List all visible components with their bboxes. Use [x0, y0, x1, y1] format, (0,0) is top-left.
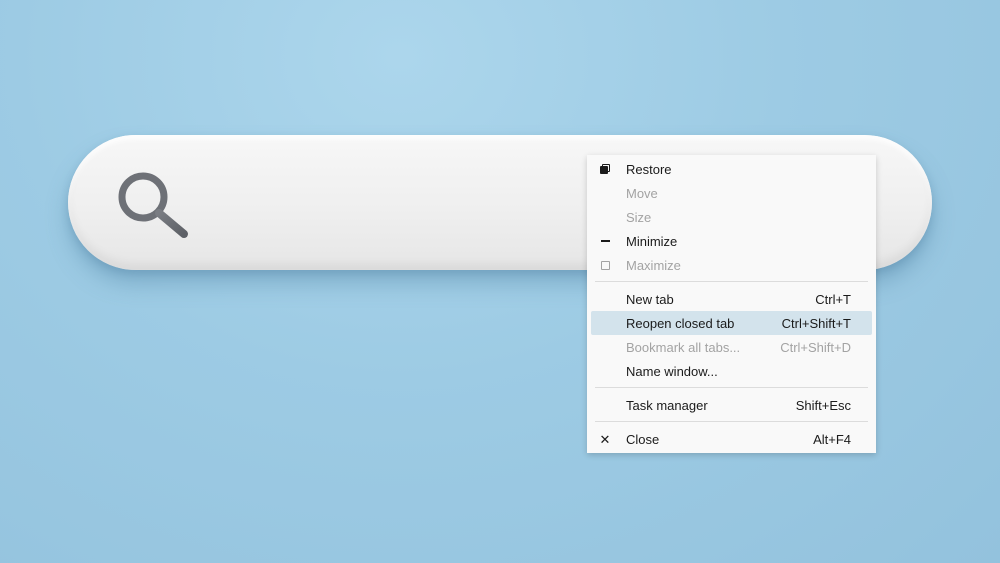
menu-separator: [595, 281, 868, 282]
menu-item-reopen-closed-tab[interactable]: Reopen closed tab Ctrl+Shift+T: [591, 311, 872, 335]
menu-item-label: New tab: [626, 291, 674, 307]
menu-item-new-tab[interactable]: New tab Ctrl+T: [591, 287, 872, 311]
menu-item-label: Close: [626, 431, 660, 447]
search-icon: [118, 172, 188, 238]
menu-item-label: Maximize: [626, 257, 681, 273]
menu-item-shortcut: Shift+Esc: [795, 397, 851, 413]
menu-item-move: Move: [591, 181, 872, 205]
minimize-icon: [599, 229, 611, 253]
menu-item-label: Bookmark all tabs...: [626, 339, 741, 355]
menu-item-label: Move: [626, 185, 658, 201]
menu-item-task-manager[interactable]: Task manager Shift+Esc: [591, 393, 872, 417]
menu-item-label: Restore: [626, 161, 672, 177]
close-icon: ✕: [599, 431, 611, 447]
menu-item-label: Size: [626, 209, 652, 225]
restore-icon: [599, 157, 611, 181]
menu-item-label: Task manager: [626, 397, 708, 413]
menu-item-size: Size: [591, 205, 872, 229]
context-menu: Restore Move Size Minimize Maximize New …: [587, 155, 876, 453]
menu-item-shortcut: Ctrl+Shift+D: [780, 339, 851, 355]
menu-item-label: Minimize: [626, 233, 678, 249]
menu-item-restore[interactable]: Restore: [591, 157, 872, 181]
menu-separator: [595, 421, 868, 422]
menu-item-shortcut: Alt+F4: [813, 431, 851, 447]
menu-item-maximize: Maximize: [591, 253, 872, 277]
menu-item-name-window[interactable]: Name window...: [591, 359, 872, 383]
menu-item-shortcut: Ctrl+T: [815, 291, 851, 307]
menu-item-close[interactable]: ✕ Close Alt+F4: [591, 427, 872, 451]
menu-separator: [595, 387, 868, 388]
menu-item-shortcut: Ctrl+Shift+T: [781, 315, 851, 331]
menu-item-minimize[interactable]: Minimize: [591, 229, 872, 253]
maximize-icon: [599, 253, 611, 277]
menu-item-label: Name window...: [626, 363, 718, 379]
menu-item-label: Reopen closed tab: [626, 315, 735, 331]
menu-item-bookmark-all-tabs: Bookmark all tabs... Ctrl+Shift+D: [591, 335, 872, 359]
